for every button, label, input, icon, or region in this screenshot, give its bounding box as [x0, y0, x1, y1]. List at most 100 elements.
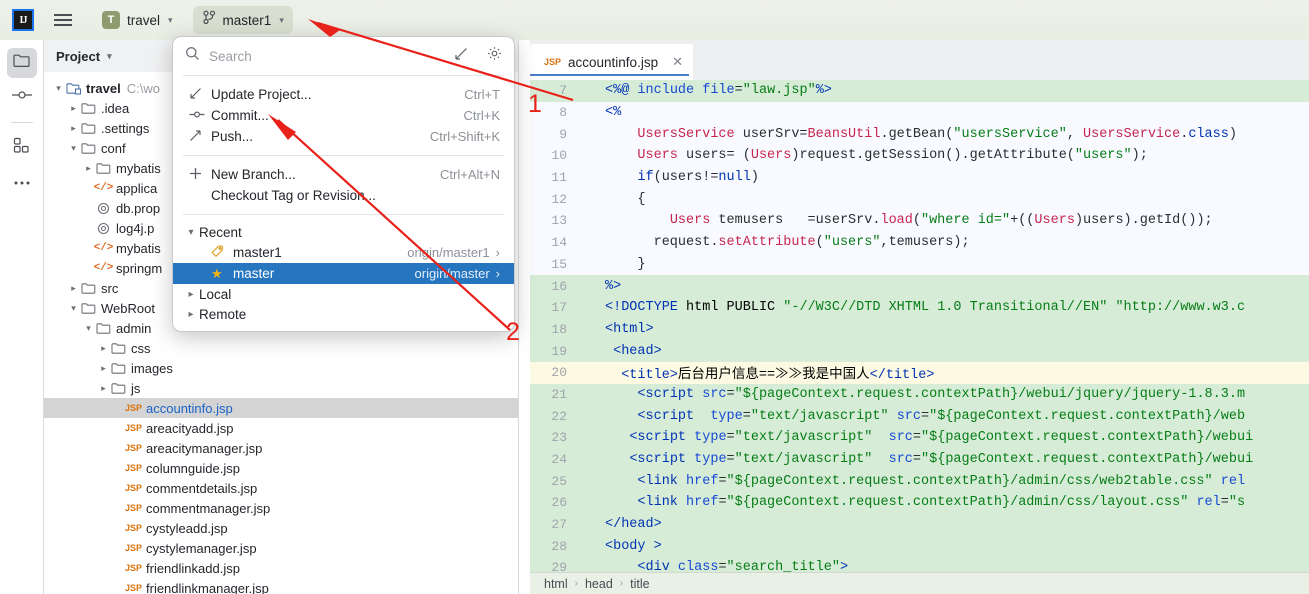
tree-file-columnguide-jsp[interactable]: JSP columnguide.jsp [44, 458, 518, 478]
code-line[interactable]: 12 { [530, 188, 1309, 210]
chevron-right-icon[interactable]: ▸ [67, 123, 80, 134]
menu-item-push[interactable]: Push... Ctrl+Shift+K [173, 126, 514, 147]
menu-item-update-project[interactable]: Update Project... Ctrl+T [173, 84, 514, 105]
code-content[interactable]: 7 <%@ include file="law.jsp"%> 8 <% 9 UsersS… [530, 80, 1309, 572]
code-line[interactable]: 24 <script type="text/javascript" src="$… [530, 448, 1309, 471]
chevron-down-icon[interactable]: ▾ [52, 83, 65, 94]
code-line[interactable]: 13 Users temusers =userSrv.load("where i… [530, 210, 1309, 232]
branch-group-local[interactable]: ▸ Local [173, 284, 514, 304]
branch-search-input[interactable] [209, 48, 445, 64]
sidebar-item-structure[interactable] [7, 133, 37, 163]
code-text: <link href="${pageContext.request.contex… [637, 473, 1246, 489]
code-line[interactable]: 21 <script src="${pageContext.request.co… [530, 383, 1309, 406]
code-line[interactable]: 7 <%@ include file="law.jsp"%> [530, 80, 1309, 102]
code-text: <script type="text/javascript" src="${pa… [629, 452, 1254, 468]
code-line[interactable]: 16 %> [530, 275, 1309, 297]
code-line[interactable]: 26 <link href="${pageContext.request.con… [530, 492, 1309, 514]
chevron-right-icon[interactable]: ▸ [67, 283, 80, 294]
branch-remote-label: origin/master1 [407, 245, 490, 260]
hamburger-menu-icon[interactable] [48, 5, 78, 35]
code-text: Users temusers =userSrv.load("where id="… [603, 213, 1309, 229]
tree-node-label: images [131, 360, 173, 376]
code-line[interactable]: 15 } [530, 254, 1309, 276]
code-line[interactable]: 8 <% [530, 102, 1309, 124]
line-number: 16 [551, 278, 567, 294]
tree-file-commentmanager-jsp[interactable]: JSP commentmanager.jsp [44, 498, 518, 518]
menu-item-checkout-tag-or-revision[interactable]: Checkout Tag or Revision... [173, 185, 514, 206]
sidebar-item-commit[interactable] [7, 82, 37, 112]
code-line[interactable]: 29 <div class="search_title"> [530, 557, 1309, 572]
chevron-right-icon[interactable]: ▸ [67, 103, 80, 114]
tree-node-images[interactable]: ▸ images [44, 358, 518, 378]
tree-file-areacitymanager-jsp[interactable]: JSP areacitymanager.jsp [44, 438, 518, 458]
code-line[interactable]: 18 <html> [530, 318, 1309, 341]
project-selector-button[interactable]: T travel ▾ [94, 6, 181, 34]
code-text: <title>后台用户信息==≫≫我是中国人</title> [621, 368, 935, 384]
structure-squares-icon [13, 137, 30, 159]
tree-file-cystyleadd-jsp[interactable]: JSP cystyleadd.jsp [44, 518, 518, 538]
chevron-right-icon[interactable]: › [496, 245, 500, 260]
tree-file-cystylemanager-jsp[interactable]: JSP cystylemanager.jsp [44, 538, 518, 558]
chevron-right-icon[interactable]: ▸ [97, 343, 110, 354]
breadcrumb-item-html[interactable]: html [544, 577, 568, 591]
tree-node-label: mybatis [116, 240, 161, 256]
chevron-down-icon[interactable]: ▾ [107, 51, 112, 62]
star-icon: ★ [211, 265, 223, 281]
gear-icon[interactable] [487, 46, 502, 66]
branch-item-master[interactable]: ★ master origin/master › [173, 263, 514, 284]
code-line[interactable]: 19 <head> [530, 340, 1309, 362]
menu-item-new-branch[interactable]: New Branch... Ctrl+Alt+N [173, 164, 514, 185]
jsp-icon: JSP [125, 403, 143, 413]
code-line[interactable]: 9 UsersService userSrv=BeansUtil.getBean… [530, 123, 1309, 145]
code-line[interactable]: 14 request.setAttribute("users",temusers… [530, 232, 1309, 254]
tree-node-js[interactable]: ▸ js [44, 378, 518, 398]
code-line[interactable]: 23 <script type="text/javascript" src="$… [530, 427, 1309, 449]
folder-icon [13, 53, 30, 73]
chevron-down-icon[interactable]: ▾ [67, 303, 80, 314]
code-line[interactable]: 17 <!DOCTYPE html PUBLIC "-//W3C//DTD XHT… [530, 296, 1309, 319]
branch-group-remote[interactable]: ▸ Remote [173, 304, 514, 324]
code-line[interactable]: 28 <body > [530, 535, 1309, 558]
folder-icon [95, 162, 112, 175]
popup-branch-actions-list: New Branch... Ctrl+Alt+N Checkout Tag or R… [173, 164, 514, 206]
tree-node-css[interactable]: ▸ css [44, 338, 518, 358]
chevron-right-icon[interactable]: ▸ [97, 383, 110, 394]
breadcrumb-item-title[interactable]: title [630, 577, 649, 591]
line-number: 18 [551, 321, 567, 337]
code-text: request.setAttribute("users",temusers); [603, 235, 1309, 251]
branch-group-recent[interactable]: ▾ Recent [173, 222, 514, 242]
close-icon[interactable]: ✕ [672, 54, 683, 70]
menu-item-commit[interactable]: Commit... Ctrl+K [173, 105, 514, 126]
chevron-right-icon[interactable]: ▸ [82, 163, 95, 174]
code-line[interactable]: 27 </head> [530, 513, 1309, 536]
tree-file-areacityadd-jsp[interactable]: JSP areacityadd.jsp [44, 418, 518, 438]
code-line[interactable]: 10 Users users= (Users)request.getSessio… [530, 145, 1309, 167]
breadcrumb-item-head[interactable]: head [585, 577, 613, 591]
code-line[interactable]: 22 <script type="text/javascript" src="$… [530, 405, 1309, 427]
menu-item-shortcut: Ctrl+T [464, 87, 500, 102]
chevron-down-icon[interactable]: ▾ [67, 143, 80, 154]
code-text: <script type="text/javascript" src="${pa… [629, 430, 1254, 446]
git-branch-selector-button[interactable]: master1 ▾ [192, 6, 293, 34]
line-number: 21 [551, 386, 567, 402]
sidebar-item-project[interactable] [6, 48, 37, 78]
sidebar-item-more[interactable] [7, 167, 37, 197]
tree-file-commentdetails-jsp[interactable]: JSP commentdetails.jsp [44, 478, 518, 498]
tree-node-label: commentmanager.jsp [146, 500, 271, 516]
tree-file-friendlinkadd-jsp[interactable]: JSP friendlinkadd.jsp [44, 558, 518, 578]
activity-bar-divider [10, 122, 33, 123]
code-line[interactable]: 11 if(users!=null) [530, 167, 1309, 189]
tree-file-accountinfo-jsp[interactable]: JSP accountinfo.jsp [44, 398, 518, 418]
chevron-right-icon: ▸ [188, 308, 194, 320]
tree-node-label: .idea [101, 100, 130, 116]
chevron-right-icon[interactable]: › [496, 266, 500, 281]
branch-item-master1[interactable]: master1 origin/master1 › [173, 242, 514, 263]
tree-file-friendlinkmanager-jsp[interactable]: JSP friendlinkmanager.jsp [44, 578, 518, 594]
code-line[interactable]: 20 <title>后台用户信息==≫≫我是中国人</title> [530, 361, 1309, 384]
expand-arrow-icon[interactable] [454, 47, 468, 66]
chevron-down-icon[interactable]: ▾ [82, 323, 95, 334]
chevron-down-icon: ▾ [168, 14, 173, 25]
chevron-right-icon[interactable]: ▸ [97, 363, 110, 374]
line-number: 20 [551, 365, 567, 381]
code-line[interactable]: 25 <link href="${pageContext.request.con… [530, 470, 1309, 493]
